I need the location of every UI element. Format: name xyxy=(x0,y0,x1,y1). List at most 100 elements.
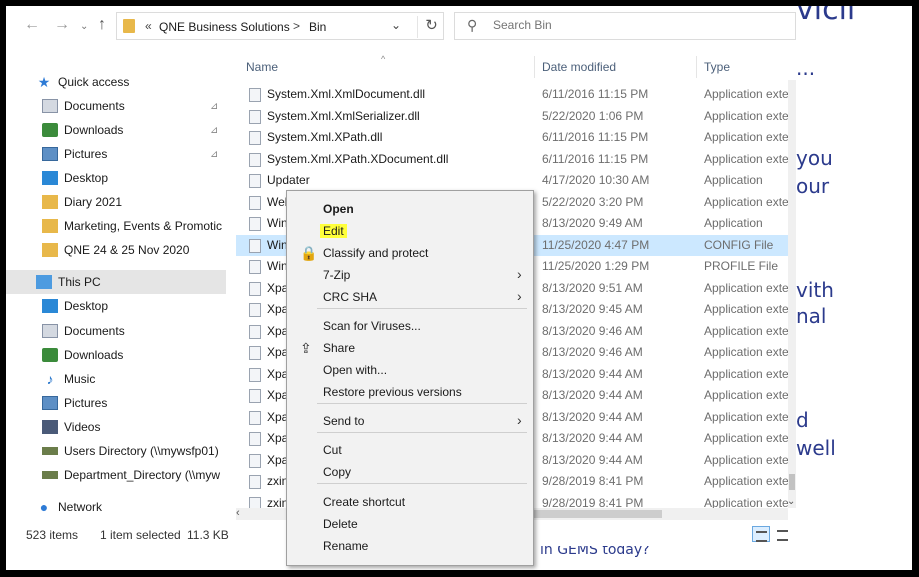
sidebar-item[interactable]: Desktop xyxy=(6,166,226,190)
file-type: Application xyxy=(704,173,763,187)
breadcrumb-qne-business-solutions[interactable]: QNE Business Solutions xyxy=(159,20,290,34)
search-box[interactable]: ⚲ xyxy=(454,12,796,40)
menu-item[interactable]: Create shortcut xyxy=(289,491,533,513)
file-icon xyxy=(249,303,261,317)
breadcrumb-separator-icon[interactable]: > xyxy=(293,19,300,33)
file-type: Application exte xyxy=(704,452,788,467)
address-bar[interactable]: « QNE Business Solutions > Bin ⌄ ↻ xyxy=(116,12,444,40)
bg-text-line: ... xyxy=(796,56,816,80)
pin-icon[interactable]: ⊿ xyxy=(210,101,218,112)
bg-text-line: nal xyxy=(796,304,827,328)
sidebar-item-label: Diary 2021 xyxy=(64,195,123,209)
sidebar-item[interactable]: Downloads xyxy=(6,343,226,367)
breadcrumb-bin[interactable]: Bin xyxy=(309,20,326,34)
screenshot-frame: vicii ... you our vith nal d well in GEM… xyxy=(6,6,912,570)
column-header-type[interactable]: Type xyxy=(704,60,730,74)
file-row[interactable]: System.Xml.XPath.dll 6/11/2016 11:15 PM Ap… xyxy=(236,127,788,149)
sidebar-item[interactable]: Diary 2021 xyxy=(6,190,226,214)
sidebar-item[interactable]: ♪ Music xyxy=(6,367,226,391)
scroll-left-icon[interactable]: ‹ xyxy=(236,507,240,519)
search-input[interactable] xyxy=(493,18,783,32)
sidebar-item[interactable]: Pictures xyxy=(6,391,226,415)
menu-item[interactable]: Delete xyxy=(289,513,533,535)
forward-button[interactable]: → xyxy=(54,16,70,34)
sidebar-item-label: Marketing, Events & Promotic xyxy=(64,219,223,233)
file-icon xyxy=(249,260,261,274)
pin-icon[interactable]: ⊿ xyxy=(210,149,218,160)
file-date: 9/28/2019 8:41 PM xyxy=(542,474,644,488)
menu-item[interactable]: Restore previous versions xyxy=(289,381,533,403)
vertical-scrollbar-thumb[interactable] xyxy=(789,474,795,490)
sidebar-item[interactable]: Documents xyxy=(6,319,226,343)
submenu-chevron-icon: › xyxy=(517,266,522,282)
sidebar-item[interactable]: Downloads ⊿ xyxy=(6,118,226,142)
file-date: 8/13/2020 9:46 AM xyxy=(542,345,643,359)
file-row[interactable]: System.Xml.XPath.XDocument.dll 6/11/2016 … xyxy=(236,149,788,171)
menu-item-label: Classify and protect xyxy=(323,246,429,260)
file-type: Application xyxy=(704,216,763,230)
file-row[interactable]: Updater 4/17/2020 10:30 AM Application xyxy=(236,170,788,192)
sidebar-item[interactable]: QNE 24 & 25 Nov 2020 xyxy=(6,238,226,262)
file-name: System.Xml.XmlSerializer.dll xyxy=(267,108,420,123)
file-date: 8/13/2020 9:44 AM xyxy=(542,388,643,402)
sidebar-item[interactable]: Marketing, Events & Promotic xyxy=(6,214,226,238)
file-type: Application exte xyxy=(704,431,788,445)
details-view-button[interactable] xyxy=(752,526,770,542)
submenu-chevron-icon: › xyxy=(517,288,522,304)
menu-item[interactable]: Open with... xyxy=(289,359,533,381)
menu-item[interactable]: Scan for Viruses... xyxy=(289,315,533,337)
file-row[interactable]: System.Xml.XmlSerializer.dll 5/22/2020 1:… xyxy=(236,106,788,128)
recent-locations-chevron-icon[interactable]: ⌄ xyxy=(80,21,88,32)
menu-item[interactable]: 7-Zip › xyxy=(289,264,533,286)
column-divider[interactable] xyxy=(534,56,535,78)
menu-item[interactable]: Send to › xyxy=(289,410,533,432)
back-button[interactable]: ← xyxy=(24,16,40,34)
sidebar-item-label: This PC xyxy=(58,275,101,289)
desktop-icon xyxy=(42,171,58,185)
sidebar-item[interactable]: Pictures ⊿ xyxy=(6,142,226,166)
menu-separator xyxy=(317,483,527,484)
file-icon xyxy=(249,346,261,360)
menu-item-label: Send to xyxy=(323,414,365,428)
menu-item[interactable]: Cut xyxy=(289,439,533,461)
menu-item[interactable]: ⇪ Share xyxy=(289,337,533,359)
menu-item[interactable]: 🔒 Classify and protect xyxy=(289,242,533,264)
background-document: vicii ... you our vith nal d well xyxy=(796,6,912,570)
address-dropdown-icon[interactable]: ⌄ xyxy=(391,18,401,32)
pin-icon[interactable]: ⊿ xyxy=(210,125,218,136)
file-date: 6/11/2016 11:15 PM xyxy=(542,87,649,101)
column-divider[interactable] xyxy=(696,56,697,78)
menu-item[interactable]: Edit xyxy=(289,220,533,242)
sidebar-item-label: Pictures xyxy=(64,147,108,161)
sidebar-item[interactable]: Documents ⊿ xyxy=(6,94,226,118)
column-header-name[interactable]: Name xyxy=(246,60,278,74)
sidebar-item[interactable]: Videos xyxy=(6,415,226,439)
column-header-date-modified[interactable]: Date modified xyxy=(542,60,616,74)
sidebar-item[interactable]: Users Directory (\\mywsfp01) xyxy=(6,439,226,463)
scroll-down-icon[interactable]: ⌄ xyxy=(787,496,795,507)
file-icon xyxy=(249,217,261,231)
large-icons-view-button[interactable] xyxy=(774,526,792,542)
menu-item[interactable]: Copy xyxy=(289,461,533,483)
folder-icon xyxy=(42,219,58,233)
sidebar-item[interactable]: Desktop xyxy=(6,294,226,318)
submenu-chevron-icon: › xyxy=(517,412,522,428)
breadcrumb-overflow-icon[interactable]: « xyxy=(145,19,152,33)
bg-text-line: well xyxy=(796,436,836,460)
sidebar-item[interactable]: Department_Directory (\\myw xyxy=(6,463,226,487)
menu-item-label: Scan for Viruses... xyxy=(323,319,421,333)
menu-item[interactable]: CRC SHA › xyxy=(289,286,533,308)
file-icon xyxy=(249,324,261,339)
network-icon: ● xyxy=(39,499,49,515)
vertical-scrollbar[interactable] xyxy=(788,80,796,508)
sidebar-item[interactable]: ● Network xyxy=(6,495,226,519)
file-row[interactable]: System.Xml.XmlDocument.dll 6/11/2016 11:1… xyxy=(236,84,788,106)
menu-item[interactable]: Rename xyxy=(289,535,533,557)
file-icon xyxy=(249,281,261,296)
menu-separator xyxy=(317,403,527,404)
refresh-button[interactable]: ↻ xyxy=(417,16,445,38)
menu-item[interactable]: Open xyxy=(289,198,533,220)
sidebar-item[interactable]: ★ Quick access xyxy=(6,70,226,94)
sidebar-item[interactable]: This PC xyxy=(6,270,226,294)
up-button[interactable]: ↑ xyxy=(98,16,106,34)
